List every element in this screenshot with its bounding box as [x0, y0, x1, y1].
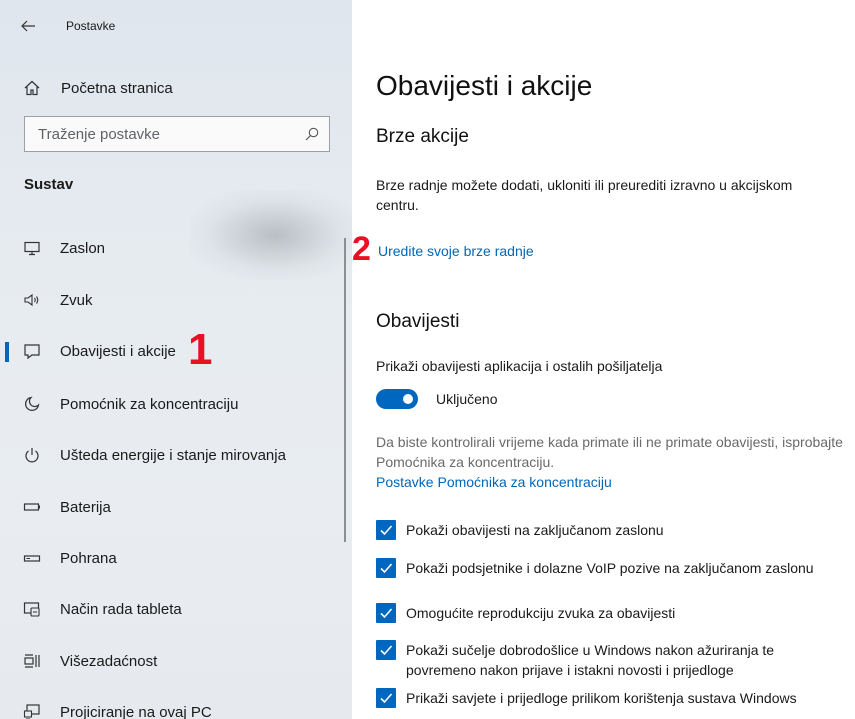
- main-content: Obavijesti i akcije Brze akcije Brze rad…: [352, 0, 855, 719]
- storage-icon: [23, 549, 41, 567]
- checkbox-row: Prikaži savjete i prijedloge prilikom ko…: [376, 688, 851, 708]
- sidebar-item-usteda-energije[interactable]: Ušteda energije i stanje mirovanja: [0, 435, 344, 475]
- sidebar-item-zvuk[interactable]: Zvuk: [0, 280, 344, 320]
- checkmark-icon: [380, 563, 393, 574]
- checkbox-row: Pokaži podsjetnike i dolazne VoIP pozive…: [376, 558, 851, 578]
- quick-actions-heading: Brze akcije: [376, 126, 469, 147]
- sidebar-item-pohrana[interactable]: Pohrana: [0, 538, 344, 578]
- section-label: Sustav: [24, 176, 74, 193]
- checkmark-icon: [380, 693, 393, 704]
- sidebar: Postavke Početna stranica Sustav Zaslon …: [0, 0, 352, 719]
- sidebar-item-label: Zvuk: [60, 291, 93, 309]
- checkbox-row: Pokaži sučelje dobrodošlice u Windows na…: [376, 640, 851, 680]
- sidebar-item-pomocnik[interactable]: Pomoćnik za koncentraciju: [0, 384, 344, 424]
- home-icon: [23, 79, 41, 97]
- checkbox[interactable]: [376, 558, 396, 578]
- page-title: Obavijesti i akcije: [376, 70, 593, 101]
- toggle-state-label: Uključeno: [436, 391, 498, 407]
- sidebar-item-label: Višezadaćnost: [60, 652, 158, 670]
- sidebar-item-label: Projiciranje na ovaj PC: [60, 703, 212, 719]
- checkbox[interactable]: [376, 603, 396, 623]
- toggle-knob: [403, 394, 413, 404]
- sidebar-item-label: Početna stranica: [61, 79, 173, 97]
- sidebar-item-home[interactable]: Početna stranica: [0, 68, 344, 108]
- checkbox-label: Omogućite reprodukciju zvuka za obavijes…: [406, 605, 676, 621]
- checkbox-row: Omogućite reprodukciju zvuka za obavijes…: [376, 603, 851, 623]
- sidebar-item-label: Zaslon: [60, 239, 106, 257]
- sidebar-item-label: Način rada tableta: [60, 600, 182, 618]
- checkbox[interactable]: [376, 688, 396, 708]
- checkmark-icon: [380, 525, 393, 536]
- notifications-toggle-row: Uključeno: [376, 388, 497, 410]
- checkbox-label: Pokaži podsjetnike i dolazne VoIP pozive…: [406, 560, 814, 576]
- checkmark-icon: [380, 645, 393, 656]
- search-icon[interactable]: [305, 127, 319, 141]
- sidebar-item-nacin-rada-tableta[interactable]: Način rada tableta: [0, 589, 344, 629]
- selection-indicator: [5, 342, 9, 362]
- sidebar-item-label: Ušteda energije i stanje mirovanja: [60, 446, 286, 464]
- title-bar: Postavke: [20, 16, 115, 36]
- back-arrow-icon[interactable]: [20, 19, 36, 33]
- sidebar-item-label: Pohrana: [60, 549, 117, 567]
- quick-actions-description: Brze radnje možete dodati, ukloniti ili …: [376, 177, 793, 213]
- notification-icon: [23, 342, 41, 360]
- sidebar-item-label: Obavijesti i akcije: [60, 342, 176, 360]
- search-input[interactable]: [36, 124, 300, 144]
- checkbox-row: Pokaži obavijesti na zaključanom zaslonu: [376, 520, 851, 540]
- multitasking-icon: [23, 652, 41, 670]
- notifications-toggle[interactable]: [376, 389, 418, 409]
- speaker-icon: [23, 291, 41, 309]
- sidebar-item-baterija[interactable]: Baterija: [0, 487, 344, 527]
- notifications-heading: Obavijesti: [376, 311, 460, 332]
- projecting-icon: [23, 703, 41, 719]
- sidebar-scrollbar[interactable]: [344, 238, 346, 542]
- annotation-number-1: 1: [188, 325, 213, 374]
- sidebar-item-label: Pomoćnik za koncentraciju: [60, 395, 239, 413]
- edit-quick-actions-link[interactable]: Uredite svoje brze radnje: [378, 243, 534, 259]
- battery-icon: [23, 498, 41, 516]
- app-title: Postavke: [66, 19, 116, 33]
- sidebar-item-visezadacnost[interactable]: Višezadaćnost: [0, 641, 344, 681]
- search-box[interactable]: [24, 116, 330, 152]
- sidebar-item-projiciranje[interactable]: Projiciranje na ovaj PC: [0, 692, 344, 719]
- sidebar-item-label: Baterija: [60, 498, 111, 516]
- checkbox-label: Prikaži savjete i prijedloge prilikom ko…: [406, 690, 797, 706]
- tablet-mode-icon: [23, 600, 41, 618]
- moon-icon: [23, 395, 41, 413]
- annotation-number-2: 2: [352, 230, 371, 268]
- checkmark-icon: [380, 608, 393, 619]
- notifications-toggle-caption: Prikaži obavijesti aplikacija i ostalih …: [376, 358, 663, 374]
- sidebar-item-zaslon[interactable]: Zaslon: [0, 228, 344, 268]
- checkbox[interactable]: [376, 640, 396, 660]
- checkbox[interactable]: [376, 520, 396, 540]
- sidebar-item-obavijesti[interactable]: Obavijesti i akcije: [0, 331, 344, 371]
- focus-assist-info: Da biste kontrolirali vrijeme kada prima…: [376, 434, 843, 470]
- checkbox-label: Pokaži obavijesti na zaključanom zaslonu: [406, 522, 664, 538]
- monitor-icon: [23, 239, 41, 257]
- power-icon: [23, 446, 41, 464]
- checkbox-label: Pokaži sučelje dobrodošlice u Windows na…: [406, 642, 775, 678]
- focus-assist-settings-link[interactable]: Postavke Pomoćnika za koncentraciju: [376, 474, 612, 490]
